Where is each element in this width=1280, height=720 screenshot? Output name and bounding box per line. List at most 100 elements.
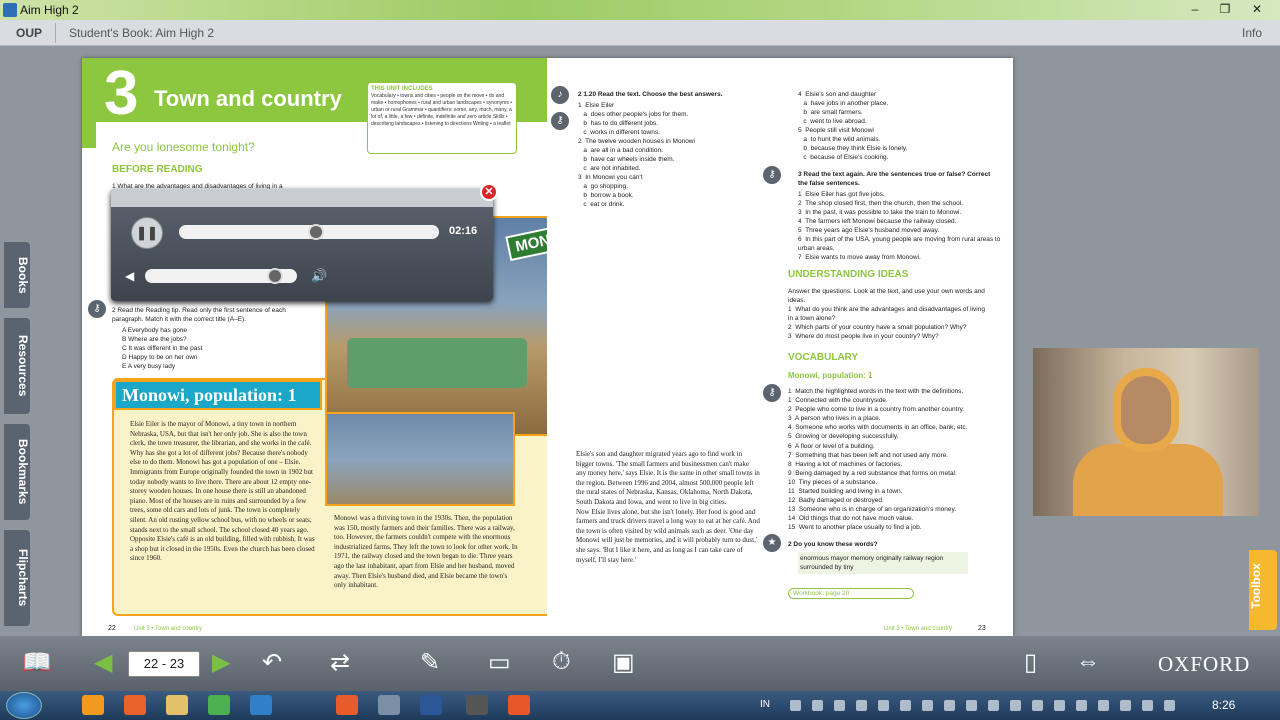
next-page-icon[interactable]: ▶: [212, 648, 230, 678]
tray-icon-1[interactable]: [790, 700, 801, 711]
word-icon[interactable]: [420, 695, 442, 715]
exercise-3-items: 1 Elsie Eiler has got five jobs. 2 The s…: [798, 191, 1001, 261]
firefox-icon[interactable]: [124, 695, 146, 715]
windows-taskbar: IN 8:26: [0, 691, 1280, 720]
tray-icon-9[interactable]: [966, 700, 977, 711]
taskbar-app-9[interactable]: [466, 695, 488, 715]
maximize-button[interactable]: ❐: [1210, 0, 1240, 18]
tray-icon-12[interactable]: [1032, 700, 1043, 711]
tray-icon-7[interactable]: [922, 700, 933, 711]
option-d: D Happy to be on her own: [122, 354, 198, 361]
info-link[interactable]: Info: [1242, 26, 1262, 40]
right-page-footer: Unit 3 • Town and country: [884, 626, 953, 632]
tray-icon-10[interactable]: [988, 700, 999, 711]
minimize-button[interactable]: –: [1180, 0, 1210, 18]
vocabulary-q2: 2 Do you know these words?: [788, 541, 878, 548]
left-page-footer: Unit 3 • Town and country: [134, 626, 203, 632]
book-icon[interactable]: 📖: [22, 648, 52, 678]
close-window-button[interactable]: ✕: [1242, 0, 1272, 18]
story-column-3: Elsie's son and daughter migrated years …: [576, 450, 760, 564]
workbook-link[interactable]: Workbook: page 20: [788, 588, 914, 599]
page-range-field[interactable]: 22 - 23: [128, 651, 200, 677]
tray-icon-11[interactable]: [1010, 700, 1021, 711]
tab-flipcharts[interactable]: Flipcharts: [4, 530, 30, 626]
window-icon[interactable]: ▭: [488, 648, 511, 678]
key-icon-ex3[interactable]: ⚷: [761, 164, 783, 186]
tray-icon-14[interactable]: [1076, 700, 1087, 711]
volume-knob[interactable]: [267, 268, 284, 284]
audio-player: ✕ ❚❚ 02:16 ◀ 🔊: [111, 183, 498, 301]
start-button[interactable]: [6, 692, 42, 719]
key-icon[interactable]: ⚷: [549, 110, 571, 132]
tray-icon-8[interactable]: [944, 700, 955, 711]
oup-label[interactable]: OUP: [16, 26, 42, 40]
taskbar-app-7[interactable]: [378, 695, 400, 715]
volume-up-icon[interactable]: 🔊: [311, 268, 327, 284]
audio-player-drag-bar[interactable]: [111, 189, 493, 207]
pen-icon[interactable]: ✎: [420, 648, 440, 678]
folder-icon[interactable]: [166, 695, 188, 715]
taskbar-app-5[interactable]: [250, 695, 272, 715]
tray-icon-4[interactable]: [856, 700, 867, 711]
tray-icon-17[interactable]: [1142, 700, 1153, 711]
pause-button[interactable]: ❚❚: [131, 217, 163, 249]
seek-knob[interactable]: [308, 224, 325, 240]
vocabulary-heading: VOCABULARY: [788, 352, 859, 363]
right-page-number: 23: [978, 625, 986, 632]
key-icon-vocab[interactable]: ⚷: [761, 382, 783, 404]
camera-icon[interactable]: ▣: [612, 648, 635, 678]
system-clock[interactable]: 8:26: [1212, 698, 1235, 712]
page-subtitle: Are you lonesome tonight?: [112, 140, 255, 154]
tab-resources[interactable]: Resources: [4, 318, 30, 414]
taskbar-app-10[interactable]: [508, 695, 530, 715]
fullscreen-arrows-icon[interactable]: ⇔: [1076, 648, 1100, 678]
vocabulary-subheading: Monowi, population: 1: [788, 371, 873, 380]
language-indicator[interactable]: IN: [760, 699, 770, 710]
tray-icon-2[interactable]: [812, 700, 823, 711]
tab-books[interactable]: Books: [4, 242, 30, 308]
close-audio-button[interactable]: ✕: [480, 183, 498, 201]
taskbar-app-6[interactable]: [336, 695, 358, 715]
story-banner: Monowi, population: 1: [114, 380, 322, 410]
prev-page-icon[interactable]: ◀: [94, 648, 112, 678]
exercise-2-heading: 2 1.20 Read the text. Choose the best an…: [578, 91, 723, 98]
tray-icon-5[interactable]: [878, 700, 889, 711]
star-icon[interactable]: ★: [761, 532, 783, 554]
key-icon-left[interactable]: ⚷: [86, 298, 108, 320]
tray-icon-18[interactable]: [1164, 700, 1175, 711]
left-page: 3 Town and country THIS UNIT INCLUDES Vo…: [82, 58, 547, 636]
exercise-2-items-cont: 4 Elsie's son and daughter a have jobs i…: [798, 91, 908, 161]
chrome-icon[interactable]: [208, 695, 230, 715]
volume-mute-icon[interactable]: ◀: [125, 269, 134, 283]
option-a: A Everybody has gone: [122, 327, 188, 334]
app-icon: [3, 3, 17, 17]
tray-icon-13[interactable]: [1054, 700, 1065, 711]
word-box: enormous mayor memory originally railway…: [798, 552, 968, 574]
tray-icon-16[interactable]: [1120, 700, 1131, 711]
undo-icon[interactable]: ↶: [262, 648, 282, 678]
speaker-icon[interactable]: ♪: [549, 84, 571, 106]
before-reading-heading: BEFORE READING: [112, 164, 203, 175]
left-page-number: 22: [108, 625, 116, 632]
presenter-face: [1113, 368, 1179, 452]
story-column-1: Elsie Eiler is the mayor of Monowi, a ti…: [130, 420, 315, 563]
tray-icon-6[interactable]: [900, 700, 911, 711]
swap-icon[interactable]: ⇄: [330, 648, 350, 678]
volume-slider[interactable]: [145, 268, 297, 284]
flipchart-icon[interactable]: ▯: [1024, 648, 1037, 678]
option-e: E A very busy lady: [122, 363, 176, 370]
monowi-sign: MONOWI: [505, 219, 547, 262]
toolbox-tab[interactable]: Toolbox: [1249, 550, 1277, 630]
audio-time: 02:16: [449, 225, 478, 237]
tray-icon-15[interactable]: [1098, 700, 1109, 711]
exercise-3-heading: 3 Read the text again. Are the sentences…: [798, 171, 991, 187]
tab-bookmarks[interactable]: Bookmarks: [4, 424, 30, 520]
tray-icon-3[interactable]: [834, 700, 845, 711]
unit-includes-box: THIS UNIT INCLUDES Vocabulary • towns an…: [367, 82, 517, 154]
option-c: C It was different in the past: [122, 345, 203, 352]
option-b: B Where are the jobs?: [122, 336, 187, 343]
unit-box-text: Vocabulary • towns and cities • people o…: [371, 93, 512, 127]
taskbar-app-1[interactable]: [82, 695, 104, 715]
audio-seek-bar[interactable]: [179, 224, 439, 240]
timer-icon[interactable]: ⏱: [552, 648, 571, 678]
